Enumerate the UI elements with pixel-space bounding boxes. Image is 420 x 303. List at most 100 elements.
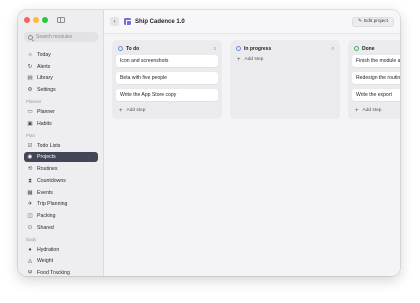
projects-icon: ◉ [27,154,33,161]
sidebar-item-hydration[interactable]: ● Hydration [24,245,98,255]
column-header: Done3 [352,44,400,53]
sidebar-section-header: Plan [26,132,36,138]
sidebar-item-label: Settings [37,87,56,94]
sidebar-item-alerts[interactable]: ↻ Alerts [24,62,98,72]
column-header: In progress 0 [234,44,336,53]
column-title: In progress [244,45,272,52]
alert-icon: ↻ [27,63,33,70]
sidebar-item-library[interactable]: ▤ Library [24,73,98,83]
task-card[interactable]: Beta with five people [116,72,218,84]
minimize-window-button[interactable] [33,17,39,23]
sidebar-item-label: Routines [37,166,58,173]
page-title: Ship Cadence 1.0 [135,18,185,25]
column-to-do: To do 3 Icon and screenshots Beta with five… [112,40,222,119]
checklist-icon: ☑ [27,142,33,149]
sidebar-item-label: Alerts [37,63,51,70]
add-step-label: Add step [126,108,146,113]
task-card[interactable]: Redesign the routine editor [352,72,400,84]
sidebar-item-label: Projects [37,154,56,161]
plus-icon: + [237,56,241,63]
sidebar-item-todo-lists[interactable]: ☑ Todo Lists [24,141,98,151]
toolbar: ‹ Ship Cadence 1.0 ✎ Edit project [104,10,400,34]
planner-icon: ▭ [27,109,33,116]
add-step-button[interactable]: + Add step [352,106,400,115]
add-step-button[interactable]: + Add step [116,106,218,115]
sidebar-item-label: Shared [37,224,54,231]
kanban-board: To do 3 Icon and screenshots Beta with five… [112,40,400,119]
sidebar-item-label: Trip Planning [37,201,68,208]
search-input[interactable] [36,34,96,40]
main-content: ‹ Ship Cadence 1.0 ✎ Edit project To do 3… [104,10,400,276]
sidebar-item-label: Countdowns [37,177,66,184]
zoom-window-button[interactable] [42,17,48,23]
app-window: ☼ Today ↻ Alerts ▤ Library ⚙ Settings Planner ▭ Pl… [18,10,400,276]
task-card[interactable]: Finish the module audit [352,55,400,67]
column-title: Done [362,45,375,52]
sidebar-item-label: Library [37,75,53,82]
sidebar-item-trip-planning[interactable]: ✈ Trip Planning [24,199,98,209]
column-header: To do 3 [116,44,218,53]
pencil-icon: ✎ [357,19,362,24]
sidebar-item-label: Today [37,52,51,58]
sidebar: ☼ Today ↻ Alerts ▤ Library ⚙ Settings Planner ▭ Pl… [18,10,104,276]
drop-icon: ● [28,246,32,253]
status-circle-icon [354,46,359,51]
search-icon [28,34,33,40]
column-title: To do [126,45,140,52]
add-step-label: Add step [362,108,382,113]
back-button[interactable]: ‹ [110,17,119,26]
sidebar-item-label: Packing [37,212,56,219]
task-card[interactable]: Write the export [352,89,400,101]
calendar-icon: ▦ [27,189,33,196]
sidebar-item-label: Habits [37,120,52,127]
column-done: Done3 Finish the module audit Redesign the… [348,40,400,119]
column-count: 3 [213,46,216,51]
sidebar-item-projects[interactable]: ◉ Projects [24,152,98,163]
food-icon: Ψ [27,269,33,276]
sidebar-toggle-icon[interactable] [57,17,65,23]
habits-icon: ▣ [27,120,33,127]
sidebar-item-label: Events [37,189,53,196]
library-icon: ▤ [27,75,33,82]
sidebar-item-today[interactable]: ☼ Today [24,50,98,60]
status-circle-icon [118,46,123,51]
close-window-button[interactable] [24,17,30,23]
sidebar-item-habits[interactable]: ▣ Habits [24,119,98,129]
sidebar-item-settings[interactable]: ⚙ Settings [24,85,98,95]
gear-icon: ⚙ [27,87,33,94]
sidebar-item-planner[interactable]: ▭ Planner [24,107,98,117]
sun-icon: ☼ [27,52,33,58]
sidebar-item-food-tracking[interactable]: Ψ Food Tracking [24,268,98,276]
project-icon [124,18,132,26]
plus-icon: + [355,107,359,114]
sidebar-item-label: Todo Lists [37,142,61,149]
status-circle-icon [236,46,241,51]
people-icon: ⚇ [27,224,33,231]
sidebar-section-header: Planner [26,99,42,105]
search-field[interactable] [24,32,98,42]
task-card[interactable]: Icon and screenshots [116,55,218,67]
routines-icon: ⟲ [27,166,33,173]
plus-icon: + [119,107,123,114]
add-step-button[interactable]: + Add step [234,55,336,64]
sidebar-item-countdowns[interactable]: ⧗ Countdowns [24,176,98,186]
edit-project-label: Edit project [364,19,388,24]
bag-icon: ◫ [27,212,33,219]
column-in-progress: In progress 0 + Add step [230,40,340,119]
sidebar-item-shared[interactable]: ⚇ Shared [24,223,98,233]
task-card[interactable]: Write the App Store copy [116,89,218,101]
weight-icon: ◬ [27,258,33,265]
edit-project-button[interactable]: ✎ Edit project [351,16,394,27]
add-step-label: Add step [244,57,264,62]
sidebar-item-routines[interactable]: ⟲ Routines [24,164,98,174]
sidebar-item-label: Planner [37,109,55,116]
sidebar-item-label: Weight [37,258,54,265]
sidebar-item-label: Hydration [37,246,60,253]
hourglass-icon: ⧗ [28,177,32,184]
sidebar-item-weight[interactable]: ◬ Weight [24,256,98,266]
column-count: 0 [331,46,334,51]
window-controls [24,17,65,23]
sidebar-item-events[interactable]: ▦ Events [24,188,98,198]
chevron-left-icon: ‹ [113,18,116,25]
sidebar-item-packing[interactable]: ◫ Packing [24,211,98,221]
